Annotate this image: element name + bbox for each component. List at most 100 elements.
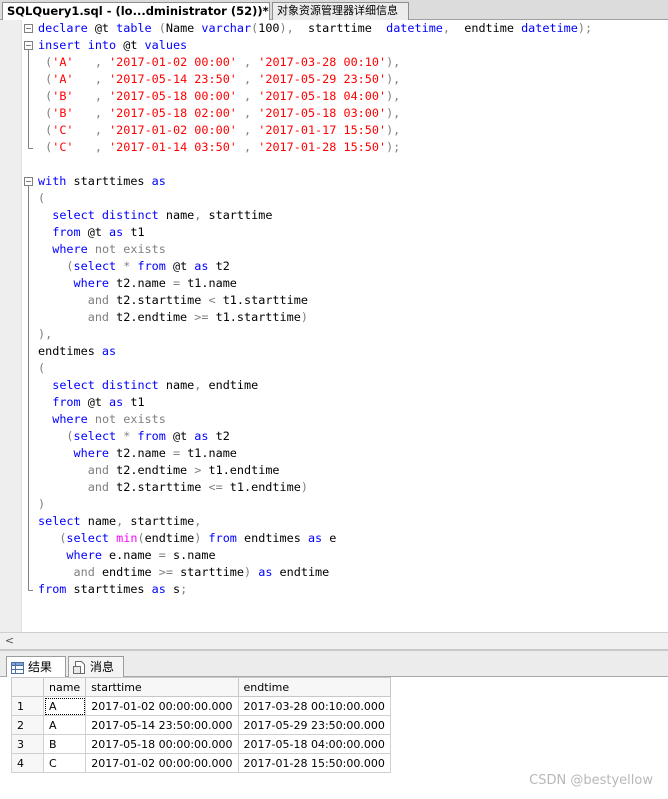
code-line[interactable]: and t2.endtime > t1.endtime <box>38 462 592 479</box>
code-token: '2017-05-18 02:00' <box>109 106 237 120</box>
results-grid[interactable]: name starttime endtime 1 A 2017-01-02 00… <box>11 677 391 773</box>
code-token: endtimes <box>38 344 102 358</box>
code-line[interactable]: endtimes as <box>38 343 592 360</box>
row-number[interactable]: 4 <box>11 753 44 773</box>
code-token: * <box>123 429 138 443</box>
code-line[interactable]: ('B' , '2017-05-18 00:00' , '2017-05-18 … <box>38 88 592 105</box>
tab-messages[interactable]: 消息 <box>68 656 124 678</box>
code-line[interactable]: where t2.name = t1.name <box>38 275 592 292</box>
code-token: @t <box>172 259 195 273</box>
cell-name[interactable]: B <box>42 734 87 754</box>
row-number[interactable]: 3 <box>11 734 44 754</box>
code-text[interactable]: declare @t table (Name varchar(100), sta… <box>38 20 592 598</box>
code-token: '2017-05-14 23:50' <box>109 72 237 86</box>
code-line[interactable]: (select * from @t as t2 <box>38 428 592 445</box>
code-line[interactable]: ), <box>38 326 592 343</box>
code-token: 'C' <box>52 123 74 137</box>
code-line[interactable]: (select min(endtime) from endtimes as e <box>38 530 592 547</box>
cell-name[interactable]: A <box>42 696 87 716</box>
table-row[interactable]: 1 A 2017-01-02 00:00:00.000 2017-03-28 0… <box>11 696 391 716</box>
code-line[interactable]: where e.name = s.name <box>38 547 592 564</box>
cell-endtime[interactable]: 2017-05-29 23:50:00.000 <box>237 715 391 735</box>
code-line[interactable]: and t2.starttime <= t1.endtime) <box>38 479 592 496</box>
code-line[interactable]: where t2.name = t1.name <box>38 445 592 462</box>
code-token: ), <box>386 106 401 120</box>
table-row[interactable]: 4 C 2017-01-02 00:00:00.000 2017-01-28 1… <box>11 753 391 773</box>
row-number[interactable]: 2 <box>11 715 44 735</box>
code-line[interactable]: and t2.endtime >= t1.starttime) <box>38 309 592 326</box>
code-line[interactable]: from @t as t1 <box>38 394 592 411</box>
code-token: ( <box>38 191 46 205</box>
scroll-left-icon[interactable]: < <box>2 633 17 649</box>
code-token: where <box>73 446 117 460</box>
column-header-name[interactable]: name <box>42 677 87 697</box>
code-token: from <box>137 259 173 273</box>
code-token: t2.endtime <box>116 463 195 477</box>
code-token: , <box>94 123 110 137</box>
code-line[interactable]: ( <box>38 190 592 207</box>
cell-name[interactable]: A <box>42 715 87 735</box>
code-token: starttime <box>130 514 195 528</box>
cell-endtime[interactable]: 2017-03-28 00:10:00.000 <box>237 696 391 716</box>
tab-sql-query[interactable]: SQLQuery1.sql - (lo...dministrator (52))… <box>2 2 270 20</box>
tab-results[interactable]: 结果 <box>6 656 66 678</box>
cell-starttime[interactable]: 2017-05-14 23:50:00.000 <box>85 715 239 735</box>
code-token: t2 <box>215 429 230 443</box>
code-line[interactable]: select distinct name, endtime <box>38 377 592 394</box>
cell-starttime[interactable]: 2017-05-18 00:00:00.000 <box>85 734 239 754</box>
code-line[interactable]: ('C' , '2017-01-02 00:00' , '2017-01-17 … <box>38 122 592 139</box>
code-line[interactable]: ('B' , '2017-05-18 02:00' , '2017-05-18 … <box>38 105 592 122</box>
code-token: and <box>87 310 117 324</box>
scroll-track[interactable] <box>18 636 666 646</box>
code-line[interactable]: where not exists <box>38 411 592 428</box>
code-line[interactable]: and endtime >= starttime) as endtime <box>38 564 592 581</box>
code-line[interactable]: (select * from @t as t2 <box>38 258 592 275</box>
sql-editor[interactable]: declare @t table (Name varchar(100), sta… <box>0 20 668 632</box>
code-line[interactable]: ('C' , '2017-01-14 03:50' , '2017-01-28 … <box>38 139 592 156</box>
grid-corner[interactable] <box>11 677 44 697</box>
code-line[interactable]: select name, starttime, <box>38 513 592 530</box>
code-token: table <box>116 21 159 35</box>
code-token: select distinct <box>52 208 166 222</box>
cell-starttime[interactable]: 2017-01-02 00:00:00.000 <box>85 753 239 773</box>
code-line[interactable]: ( <box>38 360 592 377</box>
code-line[interactable]: from starttimes as s; <box>38 581 592 598</box>
cell-name[interactable]: C <box>42 753 87 773</box>
code-token: with <box>38 174 74 188</box>
code-line[interactable]: from @t as t1 <box>38 224 592 241</box>
code-line[interactable]: and t2.starttime < t1.starttime <box>38 292 592 309</box>
code-token: min <box>116 531 138 545</box>
code-token: , <box>244 123 259 137</box>
column-header-starttime[interactable]: starttime <box>85 677 239 697</box>
code-line[interactable]: with starttimes as <box>38 173 592 190</box>
code-token: starttime <box>180 565 244 579</box>
code-token: insert into <box>38 38 124 52</box>
row-number[interactable]: 1 <box>11 696 44 716</box>
code-line[interactable]: declare @t table (Name varchar(100), sta… <box>38 20 592 37</box>
column-header-endtime[interactable]: endtime <box>237 677 391 697</box>
code-line[interactable]: ) <box>38 496 592 513</box>
code-token: varchar <box>201 21 252 35</box>
code-token: t1.endtime <box>208 463 280 477</box>
cell-endtime[interactable]: 2017-01-28 15:50:00.000 <box>237 753 391 773</box>
code-token: ; <box>180 582 188 596</box>
cell-endtime[interactable]: 2017-05-18 04:00:00.000 <box>237 734 391 754</box>
code-token: datetime <box>521 21 578 35</box>
table-row[interactable]: 2 A 2017-05-14 23:50:00.000 2017-05-29 2… <box>11 715 391 735</box>
code-line[interactable]: ('A' , '2017-05-14 23:50' , '2017-05-29 … <box>38 71 592 88</box>
code-token: ), <box>386 89 401 103</box>
code-line[interactable]: ('A' , '2017-01-02 00:00' , '2017-03-28 … <box>38 54 592 71</box>
table-row[interactable]: 3 B 2017-05-18 00:00:00.000 2017-05-18 0… <box>11 734 391 754</box>
horizontal-scrollbar[interactable]: < <box>0 632 668 649</box>
code-line[interactable]: select distinct name, starttime <box>38 207 592 224</box>
tab-object-explorer-details[interactable]: 对象资源管理器详细信息 <box>272 2 409 20</box>
code-line[interactable] <box>38 156 592 173</box>
code-line[interactable]: insert into @t values <box>38 37 592 54</box>
code-line[interactable]: where not exists <box>38 241 592 258</box>
cell-starttime[interactable]: 2017-01-02 00:00:00.000 <box>85 696 239 716</box>
